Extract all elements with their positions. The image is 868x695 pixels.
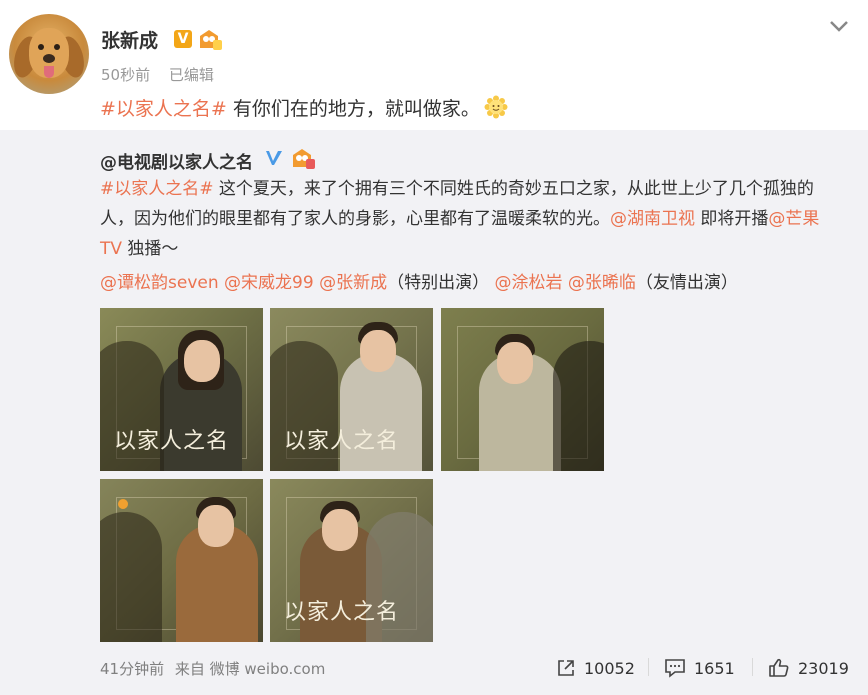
chevron-down-icon[interactable] — [828, 18, 850, 34]
photo-caption: 以家人之名 — [284, 600, 400, 625]
share-icon — [558, 660, 574, 676]
mention-note: （特别出演） — [387, 273, 490, 293]
repost-source: 41分钟前 来自 微博 weibo.com — [100, 658, 331, 679]
repost-body-2: 即将开播 — [695, 209, 769, 229]
mention-song[interactable]: @宋威龙99 — [224, 273, 314, 293]
mention-station[interactable]: @湖南卫视 — [610, 209, 695, 229]
mention-tan[interactable]: @谭松韵seven — [100, 273, 219, 293]
repost-text: #以家人之名# 这个夏天，来了个拥有三个不同姓氏的奇妙五口之家，从此世上少了几个… — [100, 174, 840, 264]
mention-note: （友情出演） — [635, 273, 738, 293]
post-edited[interactable]: 已编辑 — [169, 66, 214, 84]
post-time[interactable]: 50秒前 — [101, 66, 150, 84]
mention-tu[interactable]: @涂松岩 — [494, 273, 562, 293]
post-header: 张新成 V 50秒前 已编辑 #以家人之名# 有你们在的地方，就叫做家。 — [0, 0, 868, 130]
level-icon[interactable] — [196, 28, 222, 50]
repost-hashtag[interactable]: #以家人之名# — [100, 179, 214, 199]
comment-count: 1651 — [694, 658, 735, 678]
level-icon[interactable] — [289, 147, 315, 169]
photo-thumbnail[interactable]: 以家人之名 — [270, 308, 433, 471]
like-count: 23019 — [798, 658, 849, 678]
smile-emoji-icon — [484, 95, 508, 119]
comment-button[interactable]: 1651 — [664, 656, 735, 680]
repost-body-3: 独播～ — [122, 239, 179, 259]
mention-zhang[interactable]: @张新成 — [319, 273, 387, 293]
post-username[interactable]: 张新成 — [101, 26, 158, 53]
photo-thumbnail[interactable]: 以家人之名 — [270, 479, 433, 642]
repost-time[interactable]: 41分钟前 — [100, 660, 164, 678]
photo-thumbnail[interactable] — [100, 479, 263, 642]
repost-mentions: @谭松韵seven @宋威龙99 @张新成（特别出演） @涂松岩 @张晞临（友情… — [100, 268, 738, 293]
avatar[interactable] — [9, 14, 89, 94]
post-hashtag[interactable]: #以家人之名# — [100, 98, 227, 120]
repost-from: 来自 微博 weibo.com — [174, 660, 326, 678]
repost-card[interactable]: @电视剧以家人之名 #以家人之名# 这个夏天，来了个拥有三个不同姓氏的奇妙五口之… — [0, 130, 868, 695]
mention-zhangxi[interactable]: @张晞临 — [568, 273, 636, 293]
share-count: 10052 — [584, 658, 635, 678]
comment-icon — [665, 659, 685, 678]
repost-username[interactable]: @电视剧以家人之名 — [100, 148, 253, 173]
photo-thumbnail[interactable]: 以家人之名 — [100, 308, 263, 471]
repost-footer: 41分钟前 来自 微博 weibo.com 10052 1651 23019 — [0, 650, 868, 695]
like-icon — [769, 658, 789, 677]
photo-thumbnail[interactable] — [441, 308, 604, 471]
post-text: #以家人之名# 有你们在的地方，就叫做家。 — [100, 94, 508, 121]
post-body: 有你们在的地方，就叫做家。 — [226, 98, 480, 120]
post-meta: 50秒前 已编辑 — [101, 64, 228, 85]
like-button[interactable]: 23019 — [768, 656, 849, 680]
photo-caption: 以家人之名 — [114, 429, 230, 454]
share-button[interactable]: 10052 — [556, 656, 635, 680]
photo-caption: 以家人之名 — [284, 429, 400, 454]
vip-icon[interactable]: V — [174, 30, 192, 48]
verified-icon[interactable] — [264, 148, 284, 168]
